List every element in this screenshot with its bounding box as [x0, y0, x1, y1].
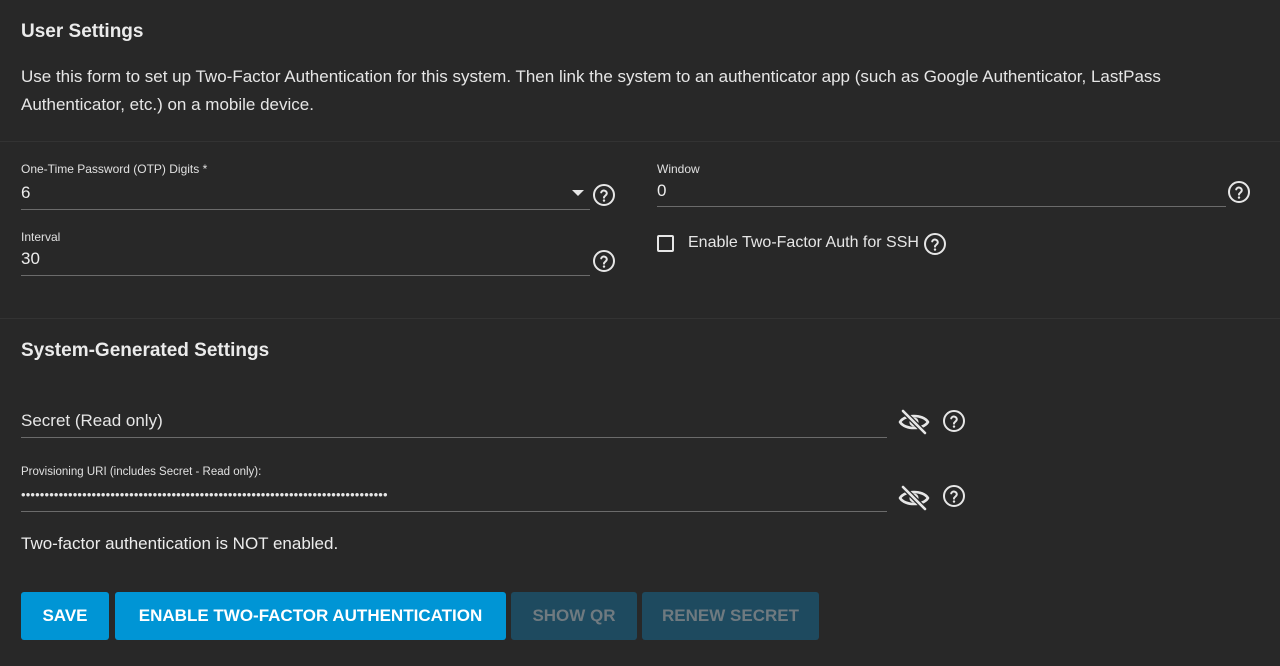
eye-off-icon[interactable]	[898, 484, 930, 512]
renew-secret-button[interactable]: RENEW SECRET	[642, 592, 819, 640]
provisioning-uri-underline	[21, 511, 887, 512]
caret-down-icon	[572, 190, 584, 196]
otp-digits-label: One-Time Password (OTP) Digits *	[21, 162, 208, 176]
two-factor-settings-card: User Settings Use this form to set up Tw…	[0, 0, 1280, 666]
secret-input[interactable]: Secret (Read only)	[21, 405, 887, 437]
otp-digits-underline	[21, 209, 590, 210]
secret-placeholder: Secret (Read only)	[21, 411, 163, 430]
help-circle-icon[interactable]	[942, 409, 966, 433]
interval-underline	[21, 275, 590, 276]
interval-input[interactable]: 30	[21, 249, 40, 269]
show-qr-button[interactable]: SHOW QR	[511, 592, 637, 640]
save-button[interactable]: SAVE	[21, 592, 109, 640]
interval-label: Interval	[21, 230, 61, 244]
enable-two-factor-button[interactable]: ENABLE TWO-FACTOR AUTHENTICATION	[115, 592, 506, 640]
help-circle-icon[interactable]	[592, 249, 616, 273]
help-circle-icon[interactable]	[592, 183, 616, 207]
provisioning-uri-label: Provisioning URI (includes Secret - Read…	[21, 466, 262, 478]
two-factor-status: Two-factor authentication is NOT enabled…	[21, 534, 339, 553]
help-circle-icon[interactable]	[923, 232, 947, 256]
user-settings-description: Use this form to set up Two-Factor Authe…	[21, 67, 1161, 114]
help-circle-icon[interactable]	[1227, 180, 1251, 204]
window-label: Window	[657, 162, 700, 176]
help-circle-icon[interactable]	[942, 484, 966, 508]
secret-underline	[21, 437, 887, 438]
system-settings-title: System-Generated Settings	[21, 340, 270, 361]
section-divider	[0, 141, 1280, 142]
otp-digits-value: 6	[21, 183, 31, 202]
ssh-2fa-label[interactable]: Enable Two-Factor Auth for SSH	[688, 234, 919, 252]
window-input[interactable]: 0	[657, 181, 666, 201]
provisioning-uri-input[interactable]: ••••••••••••••••••••••••••••••••••••••••…	[21, 487, 881, 502]
otp-digits-select[interactable]: 6	[21, 180, 590, 210]
ssh-2fa-checkbox[interactable]	[657, 235, 674, 252]
eye-off-icon[interactable]	[898, 408, 930, 436]
window-underline	[657, 206, 1226, 207]
user-settings-title: User Settings	[21, 21, 144, 42]
section-divider	[0, 318, 1280, 319]
